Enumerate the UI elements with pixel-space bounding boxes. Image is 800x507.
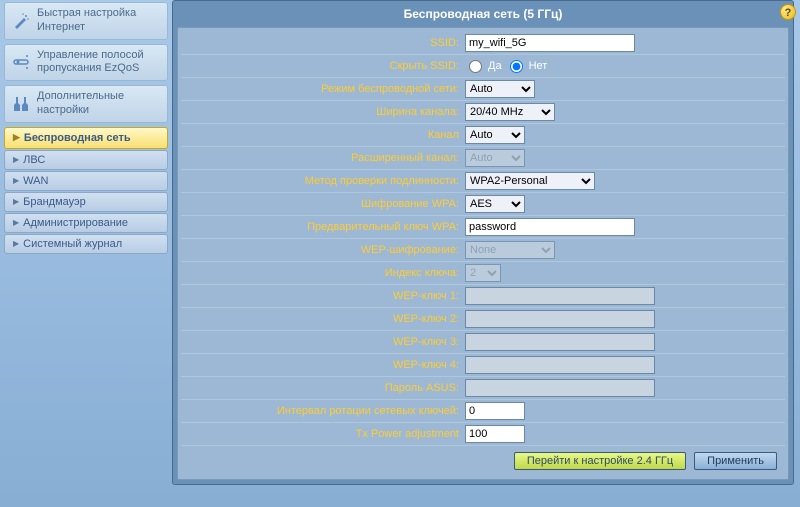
mode-select[interactable]: Auto — [465, 80, 535, 98]
menu-firewall[interactable]: Брандмауэр — [4, 192, 168, 212]
goto-24ghz-button[interactable]: Перейти к настройке 2.4 ГГц — [514, 452, 686, 470]
gauge-icon — [11, 52, 31, 72]
wepk4-input — [465, 356, 655, 374]
wep-select: None — [465, 241, 555, 259]
wepk3-label: WEP-ключ 3: — [185, 336, 465, 348]
ezqos-label: Управление полосой пропускания EzQoS — [37, 49, 161, 77]
mode-label: Режим беспроводной сети: — [185, 83, 465, 95]
ssid-input[interactable] — [465, 34, 635, 52]
channel-label: Канал — [185, 129, 465, 141]
keyidx-label: Индекс ключа: — [185, 267, 465, 279]
wepk1-input — [465, 287, 655, 305]
asuspw-label: Пароль ASUS: — [185, 382, 465, 394]
rotate-input[interactable] — [465, 402, 525, 420]
wepk2-input — [465, 310, 655, 328]
panel-title: Беспроводная сеть (5 ГГц) — [173, 1, 793, 27]
wireless-5ghz-panel: Беспроводная сеть (5 ГГц) SSID: Скрыть S… — [172, 0, 794, 485]
help-icon[interactable]: ? — [780, 4, 796, 20]
apply-button[interactable]: Применить — [694, 452, 777, 470]
enc-select[interactable]: AES — [465, 195, 525, 213]
menu-wan[interactable]: WAN — [4, 171, 168, 191]
asuspw-input — [465, 379, 655, 397]
psk-input[interactable] — [465, 218, 635, 236]
menu-lan[interactable]: ЛВС — [4, 150, 168, 170]
extchan-label: Расширенный канал: — [185, 152, 465, 164]
txpwr-input[interactable] — [465, 425, 525, 443]
width-label: Ширина канала: — [185, 106, 465, 118]
hide-ssid-label: Скрыть SSID: — [185, 60, 465, 72]
quick-setup-link[interactable]: Быстрая настройка Интернет — [4, 2, 168, 40]
hide-ssid-no-label: Нет — [529, 60, 548, 72]
hide-ssid-no-radio[interactable] — [510, 60, 523, 73]
ssid-label: SSID: — [185, 37, 465, 49]
menu-syslog[interactable]: Системный журнал — [4, 234, 168, 254]
hide-ssid-yes-radio[interactable] — [469, 60, 482, 73]
channel-select[interactable]: Auto — [465, 126, 525, 144]
auth-label: Метод проверки подлинности: — [185, 175, 465, 187]
wepk4-label: WEP-ключ 4: — [185, 359, 465, 371]
enc-label: Шифрование WPA: — [185, 198, 465, 210]
wepk2-label: WEP-ключ 2: — [185, 313, 465, 325]
keyidx-select: 2 — [465, 264, 501, 282]
menu-admin[interactable]: Администрирование — [4, 213, 168, 233]
psk-label: Предварительный ключ WPA: — [185, 221, 465, 233]
wepk1-label: WEP-ключ 1: — [185, 290, 465, 302]
wep-label: WEP-шифрование: — [185, 244, 465, 256]
wepk3-input — [465, 333, 655, 351]
txpwr-label: Tx Power adjustment — [185, 428, 465, 440]
rotate-label: Интервал ротации сетевых ключей: — [185, 405, 465, 417]
width-select[interactable]: 20/40 MHz — [465, 103, 555, 121]
auth-select[interactable]: WPA2-Personal — [465, 172, 595, 190]
hide-ssid-yes-label: Да — [488, 60, 502, 72]
menu-wireless-active[interactable]: Беспроводная сеть — [4, 127, 168, 149]
tools-icon — [11, 94, 31, 114]
wand-icon — [11, 11, 31, 31]
additional-settings-link[interactable]: Дополнительные настройки — [4, 85, 168, 123]
quick-setup-label: Быстрая настройка Интернет — [37, 7, 161, 35]
extchan-select: Auto — [465, 149, 525, 167]
ezqos-link[interactable]: Управление полосой пропускания EzQoS — [4, 44, 168, 82]
additional-settings-label: Дополнительные настройки — [37, 90, 161, 118]
